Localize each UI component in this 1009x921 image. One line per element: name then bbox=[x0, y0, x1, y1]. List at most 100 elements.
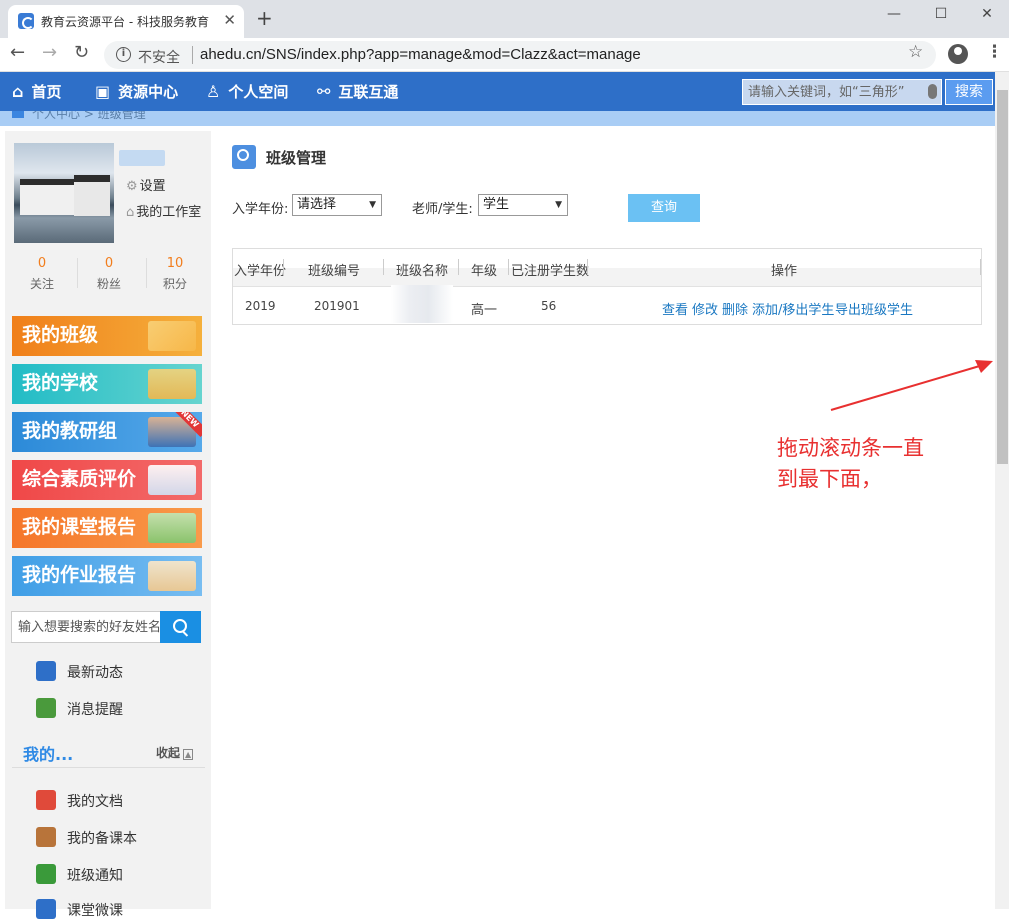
url-separator bbox=[192, 46, 193, 64]
action-export-students-link[interactable]: 导出班级学生 bbox=[835, 299, 913, 318]
collapse-toggle[interactable]: 收起 bbox=[156, 744, 193, 761]
microphone-icon[interactable] bbox=[928, 84, 937, 99]
menu-class-notice-label: 班级通知 bbox=[67, 868, 123, 884]
annotation-text: 拖动滚动条一直 到最下面， bbox=[777, 433, 924, 495]
stat-points-value: 10 bbox=[166, 256, 184, 271]
menu-micro-lesson-label: 课堂微课 bbox=[67, 903, 123, 919]
nav-personal-label: 个人空间 bbox=[228, 83, 289, 101]
stat-following-label: 关注 bbox=[29, 277, 54, 291]
class-management-icon bbox=[232, 145, 256, 169]
settings-link[interactable]: ⚙ 设置 bbox=[126, 175, 166, 194]
menu-micro-lesson[interactable]: 课堂微课 bbox=[36, 899, 123, 921]
cell-student-count: 56 bbox=[541, 299, 557, 313]
stat-following-value: 0 bbox=[37, 256, 47, 271]
account-icon[interactable] bbox=[948, 44, 968, 64]
clipboard-icon bbox=[148, 561, 196, 591]
nav-personal-space[interactable]: ♙ 个人空间 bbox=[206, 72, 288, 111]
banner-research-label: 我的教研组 bbox=[22, 420, 118, 442]
nav-resource-label: 资源中心 bbox=[118, 83, 179, 101]
menu-my-documents-label: 我的文档 bbox=[67, 794, 123, 810]
my-section-title: 我的... bbox=[23, 745, 74, 764]
url-text[interactable]: ahedu.cn/SNS/index.php?app=manage&mod=Cl… bbox=[200, 46, 641, 63]
menu-lesson-plan-label: 我的备课本 bbox=[67, 831, 137, 847]
info-icon[interactable]: i bbox=[116, 47, 131, 62]
menu-my-documents[interactable]: 我的文档 bbox=[36, 790, 123, 812]
browser-tabstrip: 教育云资源平台 - 科技服务教育 ✕ + — ☐ ✕ bbox=[0, 0, 1009, 38]
banner-classroom-report-label: 我的课堂报告 bbox=[22, 516, 137, 538]
year-select[interactable]: 请选择 bbox=[292, 194, 382, 216]
new-tab-icon[interactable]: + bbox=[256, 6, 273, 30]
insecure-label: 不安全 bbox=[138, 50, 180, 66]
stat-points[interactable]: 10 积分 bbox=[145, 256, 205, 292]
minimize-icon[interactable]: — bbox=[871, 0, 917, 30]
banner-my-school-label: 我的学校 bbox=[22, 372, 99, 394]
address-bar[interactable]: i 不安全 ahedu.cn/SNS/index.php?app=manage&… bbox=[104, 41, 936, 69]
col-header-student-count: 已注册学生数 bbox=[511, 264, 590, 279]
bookmark-star-icon[interactable]: ☆ bbox=[908, 42, 923, 62]
browser-menu-icon[interactable]: ⋮ bbox=[986, 42, 1003, 62]
nav-interconnect-label: 互联互通 bbox=[338, 83, 399, 101]
envelope-icon bbox=[36, 698, 56, 718]
stat-following[interactable]: 0 关注 bbox=[12, 256, 72, 292]
col-header-year: 入学年份 bbox=[234, 264, 287, 279]
menu-message-reminder[interactable]: 消息提醒 bbox=[36, 698, 123, 720]
site-search-input[interactable] bbox=[743, 80, 923, 104]
annotation-arrow bbox=[830, 360, 993, 411]
col-header-name: 班级名称 bbox=[396, 264, 449, 279]
action-add-remove-students-link[interactable]: 添加/移出学生 bbox=[752, 299, 834, 318]
year-filter-label: 入学年份: bbox=[232, 202, 289, 217]
menu-class-notice[interactable]: 班级通知 bbox=[36, 864, 123, 886]
stat-followers-label: 粉丝 bbox=[96, 277, 121, 291]
menu-latest-news-label: 最新动态 bbox=[67, 665, 123, 681]
menu-latest-news[interactable]: 最新动态 bbox=[36, 661, 123, 683]
stat-divider bbox=[77, 258, 78, 288]
nav-home[interactable]: ⌂ 首页 bbox=[12, 72, 61, 111]
reload-icon[interactable]: ↻ bbox=[74, 42, 89, 63]
page-title: 班级管理 bbox=[266, 149, 327, 167]
breadcrumb[interactable]: 个人中心 > 班级管理 bbox=[12, 111, 146, 122]
search-icon[interactable] bbox=[160, 611, 201, 643]
cell-grade: 高一 bbox=[471, 303, 498, 318]
nav-resource-center[interactable]: ▣ 资源中心 bbox=[95, 72, 178, 111]
query-button[interactable]: 查询 bbox=[628, 194, 700, 222]
tab-title: 教育云资源平台 - 科技服务教育 bbox=[41, 15, 209, 29]
role-select[interactable]: 学生 bbox=[478, 194, 568, 216]
scrollbar-thumb[interactable] bbox=[997, 90, 1008, 464]
school-building-icon bbox=[148, 369, 196, 399]
site-search-button[interactable]: 搜索 bbox=[945, 79, 993, 105]
nav-interconnect[interactable]: ⚯ 互联互通 bbox=[317, 72, 398, 111]
section-divider bbox=[12, 767, 205, 768]
col-header-grade: 年级 bbox=[471, 264, 498, 279]
action-delete-link[interactable]: 删除 bbox=[722, 299, 748, 318]
action-edit-link[interactable]: 修改 bbox=[692, 299, 718, 318]
tab-close-icon[interactable]: ✕ bbox=[223, 11, 236, 29]
banner-my-class[interactable]: 我的班级 bbox=[12, 316, 202, 356]
header-separator bbox=[283, 259, 284, 275]
banner-my-school[interactable]: 我的学校 bbox=[12, 364, 202, 404]
browser-toolbar: ← → ↻ i 不安全 ahedu.cn/SNS/index.php?app=m… bbox=[0, 38, 1009, 72]
maximize-icon[interactable]: ☐ bbox=[918, 0, 964, 30]
avatar[interactable] bbox=[14, 143, 114, 243]
stat-followers-value: 0 bbox=[104, 256, 114, 271]
cell-code: 201901 bbox=[314, 299, 360, 313]
workspace-link[interactable]: ⌂ 我的工作室 bbox=[126, 201, 201, 220]
back-icon[interactable]: ← bbox=[10, 42, 25, 63]
user-icon: ♙ bbox=[206, 82, 221, 101]
magnifier-icon bbox=[148, 465, 196, 495]
menu-lesson-plan[interactable]: 我的备课本 bbox=[36, 827, 137, 849]
forward-icon[interactable]: → bbox=[42, 42, 57, 63]
banner-homework-report[interactable]: 我的作业报告 bbox=[12, 556, 202, 596]
document-icon bbox=[36, 790, 56, 810]
banner-my-class-label: 我的班级 bbox=[22, 324, 99, 346]
browser-tab[interactable]: 教育云资源平台 - 科技服务教育 ✕ bbox=[8, 5, 244, 38]
window-close-icon[interactable]: ✕ bbox=[964, 0, 1009, 30]
banner-my-research-group[interactable]: 我的教研组 NEW bbox=[12, 412, 202, 452]
banner-quality-evaluation[interactable]: 综合素质评价 bbox=[12, 460, 202, 500]
banner-classroom-report[interactable]: 我的课堂报告 bbox=[12, 508, 202, 548]
friend-search-input[interactable] bbox=[12, 612, 160, 642]
menu-message-reminder-label: 消息提醒 bbox=[67, 702, 123, 718]
banner-homework-report-label: 我的作业报告 bbox=[22, 564, 137, 586]
stat-followers[interactable]: 0 粉丝 bbox=[79, 256, 139, 292]
action-view-link[interactable]: 查看 bbox=[662, 299, 688, 318]
briefcase-icon: ▣ bbox=[95, 82, 111, 101]
